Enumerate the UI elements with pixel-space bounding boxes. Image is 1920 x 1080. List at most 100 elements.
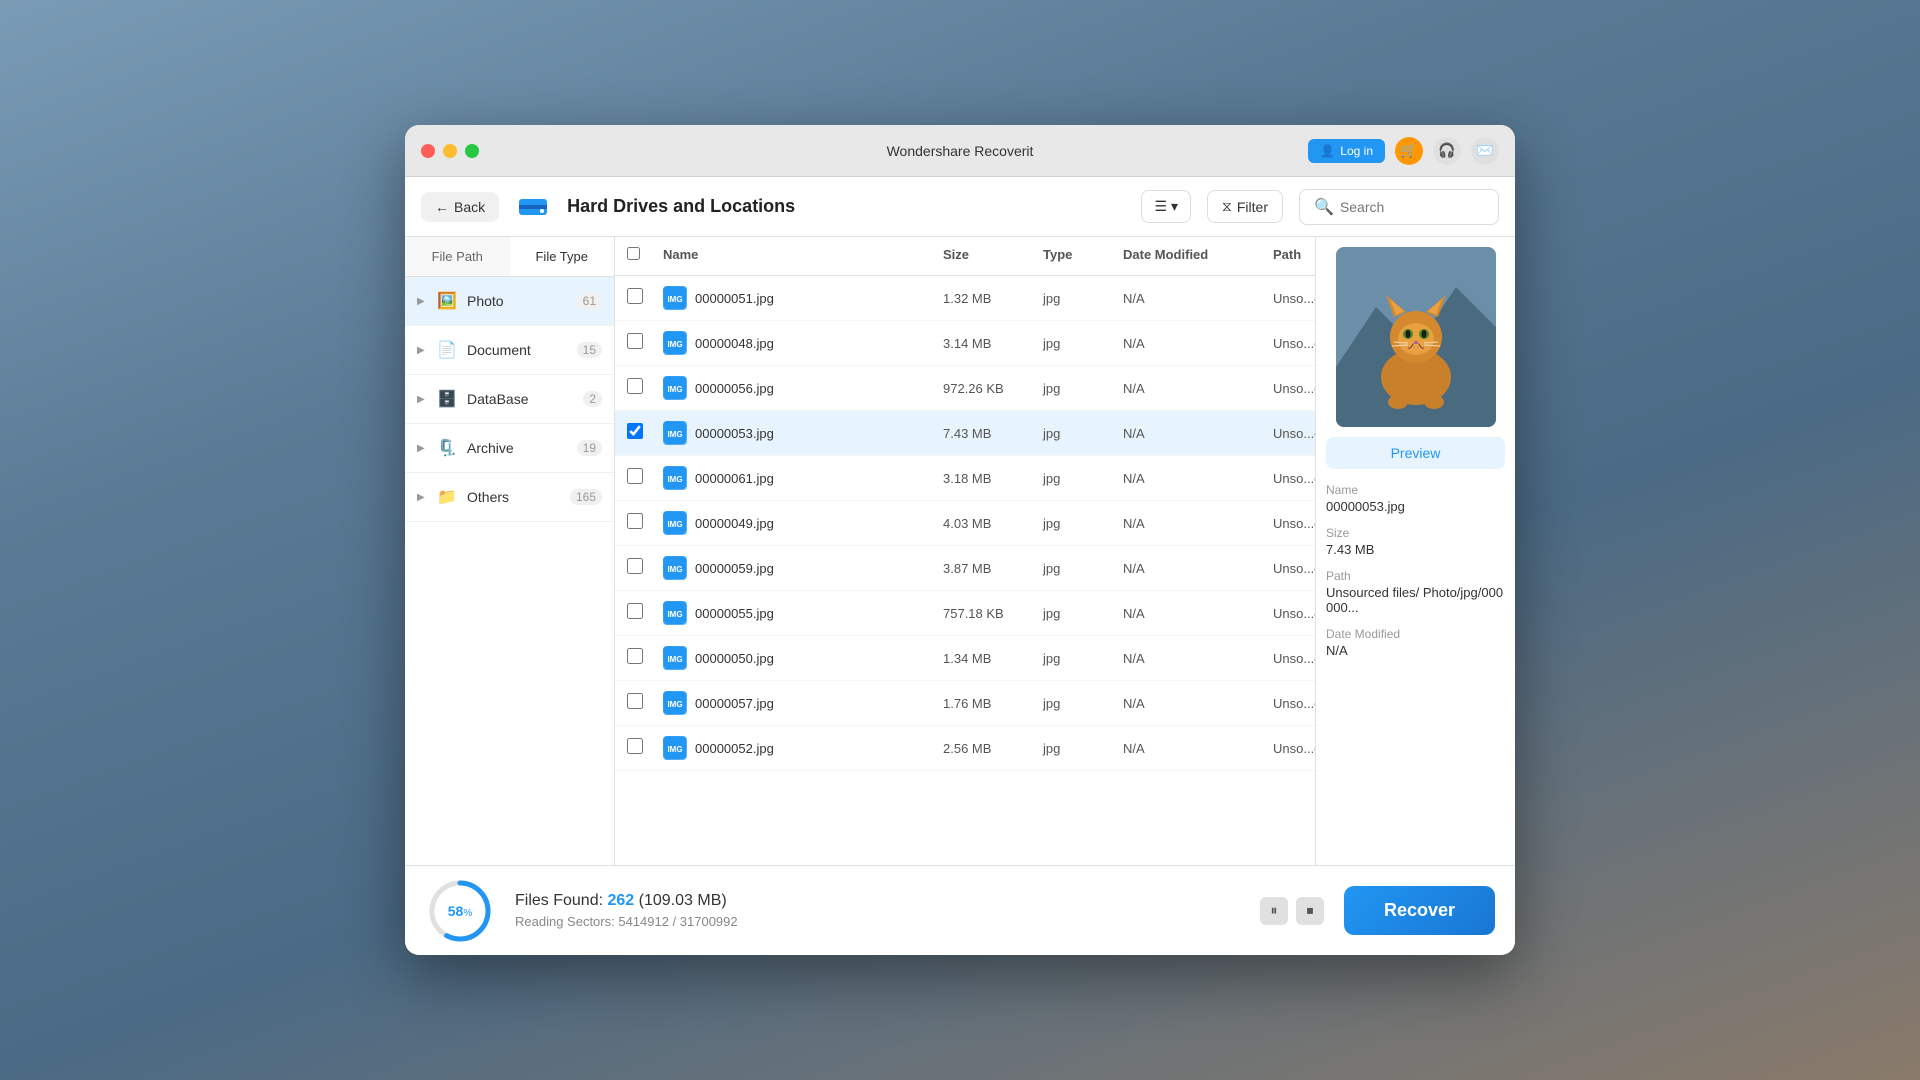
file-size: 972.26 KB	[943, 381, 1043, 396]
preview-path-value: Unsourced files/ Photo/jpg/000000...	[1326, 585, 1505, 615]
pause-button[interactable]: ⏸	[1260, 897, 1288, 925]
table-row[interactable]: IMG 00000056.jpg 972.26 KB jpg N/A Unso.…	[615, 366, 1315, 411]
maximize-button[interactable]	[465, 144, 479, 158]
file-name-cell: IMG 00000061.jpg	[663, 466, 943, 490]
file-type-icon: IMG	[663, 286, 687, 310]
row-checkbox[interactable]	[627, 288, 643, 304]
file-size: 1.76 MB	[943, 696, 1043, 711]
tab-switcher: File Path File Type	[405, 237, 614, 277]
file-date: N/A	[1123, 696, 1273, 711]
file-date: N/A	[1123, 381, 1273, 396]
cat-preview-image	[1336, 247, 1496, 427]
file-name: 00000049.jpg	[695, 516, 774, 531]
sidebar-item-document[interactable]: ▶ 📄 Document 15	[405, 326, 614, 375]
file-size: 3.14 MB	[943, 336, 1043, 351]
table-row[interactable]: IMG 00000052.jpg 2.56 MB jpg N/A Unso...…	[615, 726, 1315, 771]
table-row[interactable]: IMG 00000053.jpg 7.43 MB jpg N/A Unso...…	[615, 411, 1315, 456]
tab-file-path[interactable]: File Path	[405, 237, 510, 276]
database-count: 2	[583, 391, 602, 407]
sidebar-item-label: Document	[467, 342, 577, 358]
row-checkbox[interactable]	[627, 603, 643, 619]
mail-icon[interactable]: ✉️	[1471, 137, 1499, 165]
preview-button[interactable]: Preview	[1326, 437, 1505, 469]
close-button[interactable]	[421, 144, 435, 158]
file-name-cell: IMG 00000048.jpg	[663, 331, 943, 355]
sort-button[interactable]: ☰ ▾	[1141, 190, 1191, 223]
preview-name-label: Name	[1326, 483, 1505, 497]
file-name: 00000055.jpg	[695, 606, 774, 621]
table-row[interactable]: IMG 00000055.jpg 757.18 KB jpg N/A Unso.…	[615, 591, 1315, 636]
file-date: N/A	[1123, 651, 1273, 666]
search-input[interactable]	[1340, 199, 1484, 215]
file-type-icon: IMG	[663, 691, 687, 715]
file-type: jpg	[1043, 291, 1123, 306]
row-checkbox[interactable]	[627, 648, 643, 664]
header: ← Back Hard Drives and Locations ☰ ▾ ⧖ F…	[405, 177, 1515, 237]
sidebar-item-photo[interactable]: ▶ 🖼️ Photo 61	[405, 277, 614, 326]
back-button[interactable]: ← Back	[421, 192, 499, 222]
row-checkbox[interactable]	[627, 378, 643, 394]
sort-icon: ☰	[1154, 198, 1167, 215]
preview-name-value: 00000053.jpg	[1326, 499, 1505, 514]
row-checkbox[interactable]	[627, 558, 643, 574]
file-type-icon: IMG	[663, 331, 687, 355]
row-checkbox[interactable]	[627, 738, 643, 754]
svg-text:IMG: IMG	[667, 430, 682, 439]
tab-file-type[interactable]: File Type	[510, 237, 615, 276]
row-checkbox[interactable]	[627, 333, 643, 349]
preview-panel: Preview Name 00000053.jpg Size 7.43 MB P…	[1315, 237, 1515, 865]
stop-button[interactable]: ⏹	[1296, 897, 1324, 925]
table-row[interactable]: IMG 00000057.jpg 1.76 MB jpg N/A Unso...…	[615, 681, 1315, 726]
file-date: N/A	[1123, 336, 1273, 351]
svg-text:IMG: IMG	[667, 295, 682, 304]
file-type-icon: IMG	[663, 556, 687, 580]
table-row[interactable]: IMG 00000059.jpg 3.87 MB jpg N/A Unso...…	[615, 546, 1315, 591]
file-type-icon: IMG	[663, 736, 687, 760]
login-button[interactable]: 👤 Log in	[1308, 139, 1385, 163]
file-name: 00000052.jpg	[695, 741, 774, 756]
table-row[interactable]: IMG 00000049.jpg 4.03 MB jpg N/A Unso...…	[615, 501, 1315, 546]
cart-icon[interactable]: 🛒	[1395, 137, 1423, 165]
file-type: jpg	[1043, 696, 1123, 711]
sidebar-item-archive[interactable]: ▶ 🗜️ Archive 19	[405, 424, 614, 473]
hard-drive-icon	[515, 189, 551, 225]
file-name-cell: IMG 00000050.jpg	[663, 646, 943, 670]
sidebar-item-others[interactable]: ▶ 📁 Others 165	[405, 473, 614, 522]
svg-text:IMG: IMG	[667, 655, 682, 664]
app-window: Wondershare Recoverit 👤 Log in 🛒 🎧 ✉️ ← …	[405, 125, 1515, 955]
minimize-button[interactable]	[443, 144, 457, 158]
file-list-body: IMG 00000051.jpg 1.32 MB jpg N/A Unso...…	[615, 276, 1315, 865]
sidebar-item-label: Photo	[467, 293, 577, 309]
file-size: 757.18 KB	[943, 606, 1043, 621]
file-size: 7.43 MB	[943, 426, 1043, 441]
file-path: Unso...oto/jpg	[1273, 471, 1315, 486]
sidebar-item-database[interactable]: ▶ 🗄️ DataBase 2	[405, 375, 614, 424]
user-icon: 👤	[1320, 144, 1335, 158]
table-row[interactable]: IMG 00000050.jpg 1.34 MB jpg N/A Unso...…	[615, 636, 1315, 681]
file-name: 00000059.jpg	[695, 561, 774, 576]
chevron-right-icon: ▶	[417, 345, 429, 356]
headphone-icon[interactable]: 🎧	[1433, 137, 1461, 165]
app-title: Wondershare Recoverit	[887, 143, 1034, 159]
row-checkbox[interactable]	[627, 468, 643, 484]
table-row[interactable]: IMG 00000051.jpg 1.32 MB jpg N/A Unso...…	[615, 276, 1315, 321]
table-row[interactable]: IMG 00000061.jpg 3.18 MB jpg N/A Unso...…	[615, 456, 1315, 501]
chevron-right-icon: ▶	[417, 296, 429, 307]
file-path: Unso...oto/jpg	[1273, 651, 1315, 666]
others-icon: 📁	[435, 485, 459, 509]
recover-button[interactable]: Recover	[1344, 886, 1495, 935]
row-checkbox[interactable]	[627, 513, 643, 529]
files-found-info: Files Found: 262 (109.03 MB) Reading Sec…	[515, 892, 1240, 929]
archive-icon: 🗜️	[435, 436, 459, 460]
select-all-checkbox[interactable]	[627, 247, 640, 260]
table-row[interactable]: IMG 00000048.jpg 3.14 MB jpg N/A Unso...…	[615, 321, 1315, 366]
file-name: 00000056.jpg	[695, 381, 774, 396]
row-checkbox[interactable]	[627, 423, 643, 439]
file-size: 2.56 MB	[943, 741, 1043, 756]
preview-date-value: N/A	[1326, 643, 1505, 658]
row-checkbox[interactable]	[627, 693, 643, 709]
filter-button[interactable]: ⧖ Filter	[1207, 190, 1283, 223]
preview-path-label: Path	[1326, 569, 1505, 583]
file-path: Unso...oto/jpg	[1273, 741, 1315, 756]
svg-text:IMG: IMG	[667, 520, 682, 529]
